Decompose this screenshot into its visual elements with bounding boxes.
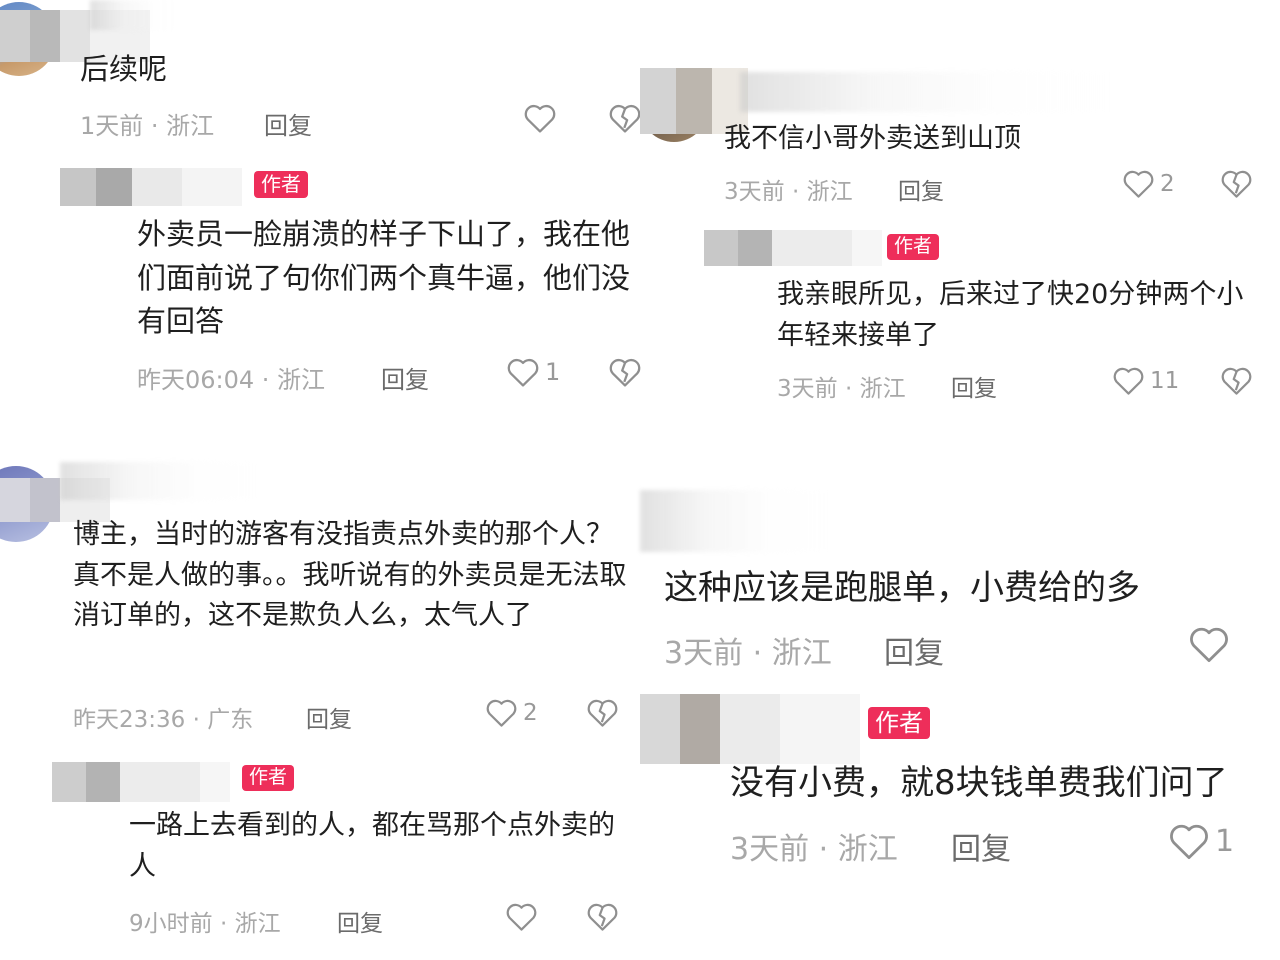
reply-location: 浙江 (277, 366, 326, 394)
reply-time: 9小时前 (129, 911, 213, 937)
username-blur (640, 490, 830, 552)
dislike-button[interactable] (1220, 365, 1253, 396)
reply-location: 浙江 (859, 376, 906, 402)
reply-username-obscured (60, 168, 242, 206)
like-count: 1 (1215, 823, 1235, 859)
dislike-button[interactable] (608, 356, 642, 388)
reply-time: 昨天06:04 (137, 366, 255, 394)
comment-text: 博主，当时的游客有没指责点外卖的那个人？真不是人做的事。。我听说有的外卖员是无法… (73, 519, 627, 631)
username-blur (60, 462, 260, 500)
reply-meta: 3天前 · 浙江 (730, 832, 898, 867)
comment-time: 1天前 (80, 112, 144, 140)
comment-location: 浙江 (771, 636, 832, 671)
broken-heart-icon (1221, 170, 1252, 198)
like-button[interactable]: 1 (1168, 821, 1234, 861)
username-blur (90, 0, 180, 30)
like-button[interactable] (523, 102, 562, 134)
heart-icon (486, 699, 517, 727)
like-count: 11 (1150, 367, 1180, 394)
comment-meta: 1天前 · 浙江 (80, 112, 215, 140)
reply-button[interactable]: 回复 (381, 360, 429, 395)
reply-username-obscured (640, 694, 860, 764)
heart-icon (1113, 367, 1144, 395)
reply-text: 没有小费，就8块钱单费我们问了 (730, 763, 1228, 803)
reply-meta: 昨天06:04 · 浙江 (137, 366, 326, 394)
like-button[interactable]: 2 (485, 697, 538, 728)
comment-text: 这种应该是跑腿单，小费给的多 (664, 568, 1140, 608)
heart-icon (1190, 627, 1228, 663)
like-count: 2 (523, 699, 538, 726)
like-button[interactable]: 2 (1122, 168, 1175, 199)
author-badge: 作者 (242, 765, 295, 791)
author-badge: 作者 (887, 234, 940, 260)
comment-text: 我不信小哥外卖送到山顶 (724, 123, 1021, 154)
comment-time: 3天前 (724, 179, 785, 205)
dislike-button[interactable] (586, 697, 619, 728)
comment-meta: 3天前 · 浙江 (724, 179, 853, 205)
reply-button[interactable]: 回复 (264, 106, 312, 141)
like-button[interactable] (1188, 624, 1235, 664)
reply-location: 浙江 (234, 911, 281, 937)
reply-button[interactable]: 回复 (951, 369, 997, 403)
comment-meta: 3天前 · 浙江 (664, 636, 832, 671)
dislike-button[interactable] (608, 102, 642, 134)
like-button[interactable]: 1 (506, 356, 560, 388)
reply-username-obscured (704, 230, 882, 266)
heart-icon (506, 903, 537, 931)
reply-button[interactable]: 回复 (306, 700, 352, 734)
comment-location: 浙江 (166, 112, 215, 140)
like-button[interactable] (505, 901, 543, 932)
username-blur (740, 72, 1110, 112)
reply-button[interactable]: 回复 (337, 904, 383, 938)
reply-meta: 3天前 · 浙江 (777, 376, 906, 402)
reply-time: 3天前 (777, 376, 838, 402)
reply-location: 浙江 (837, 832, 898, 867)
like-button[interactable]: 11 (1112, 365, 1179, 396)
heart-icon (1170, 824, 1208, 860)
heart-icon (507, 358, 539, 387)
broken-heart-icon (587, 699, 618, 727)
reply-text: 外卖员一脸崩溃的样子下山了，我在他们面前说了句你们两个真牛逼，他们没有回答 (137, 217, 631, 338)
dislike-button[interactable] (586, 901, 619, 932)
reply-button[interactable]: 回复 (898, 172, 944, 206)
broken-heart-icon (609, 358, 641, 387)
author-badge: 作者 (868, 707, 930, 740)
reply-meta: 9小时前 · 浙江 (129, 911, 281, 937)
reply-button[interactable]: 回复 (884, 628, 944, 672)
heart-icon (524, 104, 556, 133)
reply-username-obscured (52, 762, 230, 802)
broken-heart-icon (1221, 367, 1252, 395)
comment-location: 广东 (207, 707, 254, 733)
comment-time: 3天前 (664, 636, 744, 671)
reply-time: 3天前 (730, 832, 810, 867)
like-count: 2 (1160, 170, 1175, 197)
comment-meta: 昨天23:36 · 广东 (73, 707, 254, 733)
author-badge: 作者 (254, 171, 308, 198)
dislike-button[interactable] (1220, 168, 1253, 199)
comment-time: 昨天23:36 (73, 707, 186, 733)
reply-text: 我亲眼所见，后来过了快20分钟两个小年轻来接单了 (777, 279, 1244, 351)
reply-button[interactable]: 回复 (951, 824, 1011, 868)
broken-heart-icon (587, 903, 618, 931)
heart-icon (1123, 170, 1154, 198)
like-count: 1 (545, 358, 561, 386)
comment-location: 浙江 (806, 179, 853, 205)
reply-text: 一路上去看到的人，都在骂那个点外卖的人 (129, 810, 615, 882)
broken-heart-icon (609, 104, 641, 133)
comment-text: 后续呢 (80, 52, 168, 86)
